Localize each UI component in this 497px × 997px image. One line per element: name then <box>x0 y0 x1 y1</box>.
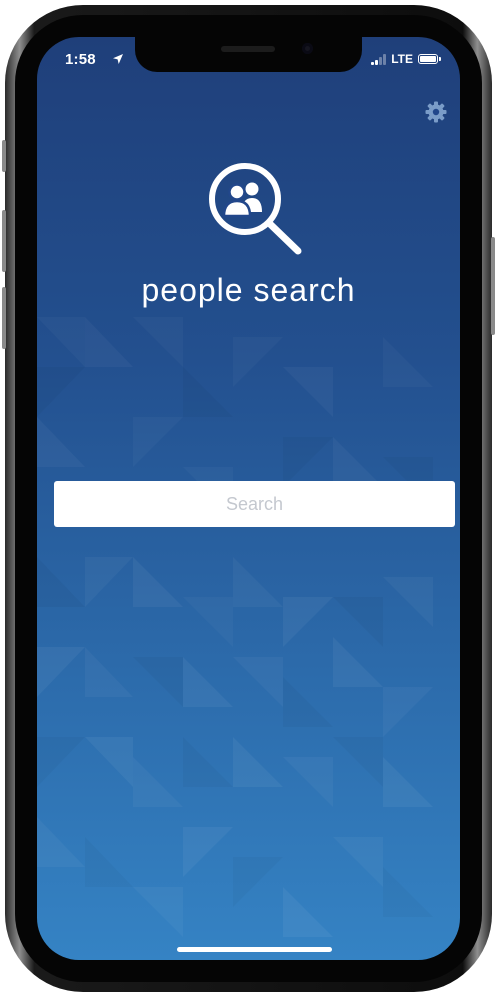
power-button <box>491 237 495 335</box>
home-indicator[interactable] <box>177 947 332 952</box>
front-camera <box>302 43 313 54</box>
battery-icon <box>418 54 441 64</box>
app-title: people search <box>141 272 356 308</box>
app-screen: 1:58 LTE people search Search <box>37 37 460 960</box>
volume-up-button <box>2 210 6 272</box>
signal-icon <box>371 53 387 65</box>
location-arrow-icon <box>113 54 123 64</box>
notch <box>135 37 362 72</box>
volume-down-button <box>2 287 6 349</box>
mute-switch <box>2 140 6 172</box>
gear-icon[interactable] <box>424 100 448 124</box>
network-type: LTE <box>391 52 413 66</box>
status-indicators: LTE <box>371 52 441 66</box>
speaker-grille <box>221 46 275 52</box>
people-search-icon <box>209 163 302 255</box>
search-input[interactable] <box>54 481 455 527</box>
status-time: 1:58 <box>65 51 96 68</box>
